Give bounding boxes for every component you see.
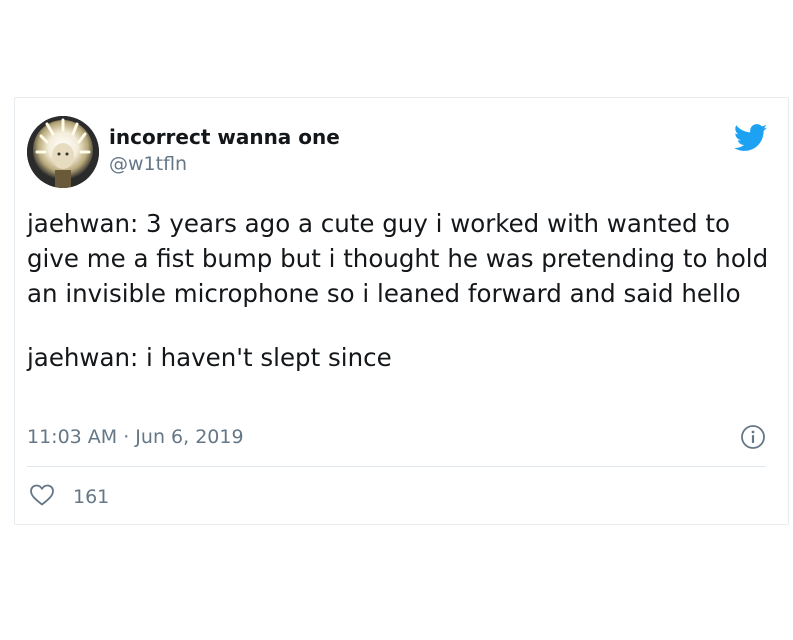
heart-icon[interactable]: [29, 483, 55, 511]
info-icon[interactable]: [740, 424, 766, 450]
twitter-bird-icon[interactable]: [733, 124, 768, 152]
tweet-card: incorrect wanna one @w1tfln jaehwan: 3 y…: [14, 97, 789, 525]
author-name[interactable]: incorrect wanna one: [109, 125, 340, 149]
like-count: 161: [73, 486, 110, 508]
timestamp[interactable]: 11:03 AM · Jun 6, 2019: [27, 426, 244, 448]
tweet-paragraph: jaehwan: 3 years ago a cute guy i worked…: [27, 209, 776, 308]
divider: [27, 466, 766, 467]
tweet-text: jaehwan: 3 years ago a cute guy i worked…: [27, 206, 777, 375]
author-handle[interactable]: @w1tfln: [109, 153, 187, 175]
avatar[interactable]: [27, 116, 99, 188]
tweet-paragraph: jaehwan: i haven't slept since: [27, 343, 392, 372]
like-button[interactable]: 161: [29, 483, 109, 511]
